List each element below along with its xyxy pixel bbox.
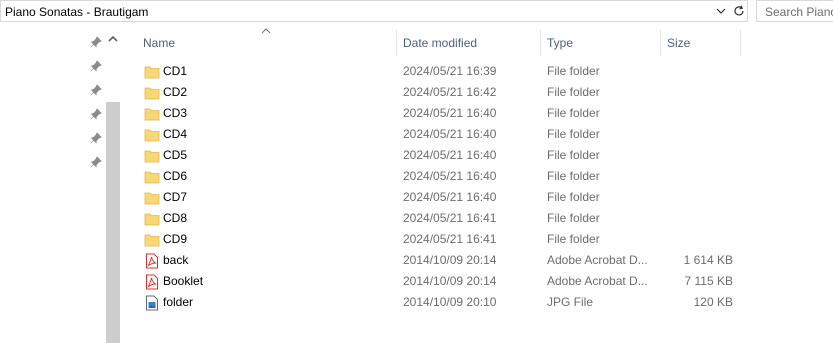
file-size: 1 614 KB [683, 253, 733, 267]
file-date: 2024/05/21 16:40 [403, 127, 497, 141]
column-divider[interactable] [740, 30, 741, 56]
file-name: CD8 [163, 211, 188, 225]
file-date: 2024/05/21 16:40 [403, 169, 497, 183]
file-row[interactable]: CD7 2024/05/21 16:40 File folder [138, 187, 748, 208]
file-date: 2024/05/21 16:40 [403, 106, 497, 120]
file-name: folder [163, 295, 194, 309]
file-row[interactable]: CD4 2024/05/21 16:40 File folder [138, 124, 748, 145]
pdf-icon [144, 274, 160, 290]
file-name: CD4 [163, 127, 188, 141]
search-placeholder: Search Piano [765, 5, 833, 19]
file-size: 120 KB [693, 295, 733, 309]
file-type: File folder [547, 211, 600, 225]
file-date: 2024/05/21 16:42 [403, 85, 497, 99]
file-date: 2014/10/09 20:14 [403, 253, 497, 267]
pdf-icon [144, 253, 160, 269]
file-name: CD6 [163, 169, 188, 183]
file-date: 2024/05/21 16:40 [403, 190, 497, 204]
address-path[interactable]: Piano Sonatas - Brautigam [5, 5, 148, 19]
file-date: 2024/05/21 16:41 [403, 232, 497, 246]
scroll-up-icon[interactable] [106, 32, 120, 46]
column-header-size[interactable]: Size [667, 36, 690, 50]
file-type: File folder [547, 127, 600, 141]
folder-icon [144, 127, 160, 143]
file-size: 7 115 KB [684, 274, 733, 288]
file-row[interactable]: CD8 2024/05/21 16:41 File folder [138, 208, 748, 229]
column-header-type[interactable]: Type [547, 36, 573, 50]
folder-icon [144, 232, 160, 248]
folder-icon [144, 85, 160, 101]
file-type: Adobe Acrobat D... [547, 253, 648, 267]
file-name: CD5 [163, 148, 188, 162]
file-type: File folder [547, 169, 600, 183]
folder-icon [144, 148, 160, 164]
file-type: File folder [547, 232, 600, 246]
pin-icon[interactable] [90, 60, 102, 72]
file-date: 2024/05/21 16:40 [403, 148, 497, 162]
pin-icon[interactable] [90, 132, 102, 144]
file-date: 2014/10/09 20:14 [403, 274, 497, 288]
file-row[interactable]: CD9 2024/05/21 16:41 File folder [138, 229, 748, 250]
pin-icon[interactable] [90, 36, 102, 48]
jpg-icon [144, 295, 160, 311]
file-type: File folder [547, 85, 600, 99]
folder-icon [144, 64, 160, 80]
file-type: File folder [547, 190, 600, 204]
file-row[interactable]: Booklet 2014/10/09 20:14 Adobe Acrobat D… [138, 271, 748, 292]
refresh-icon[interactable] [730, 2, 747, 20]
folder-icon [144, 106, 160, 122]
file-type: File folder [547, 148, 600, 162]
file-date: 2024/05/21 16:39 [403, 64, 497, 78]
file-name: CD9 [163, 232, 188, 246]
sort-ascending-icon [261, 28, 271, 34]
nav-scrollbar-thumb[interactable] [106, 102, 120, 343]
pin-icon[interactable] [90, 84, 102, 96]
file-type: File folder [547, 106, 600, 120]
file-date: 2024/05/21 16:41 [403, 211, 497, 225]
file-row[interactable]: CD3 2024/05/21 16:40 File folder [138, 103, 748, 124]
file-name: Booklet [163, 274, 204, 288]
file-name: CD7 [163, 190, 188, 204]
file-name: CD2 [163, 85, 188, 99]
folder-icon [144, 169, 160, 185]
file-type: Adobe Acrobat D... [547, 274, 648, 288]
file-name: back [163, 253, 189, 267]
file-row[interactable]: CD6 2024/05/21 16:40 File folder [138, 166, 748, 187]
column-divider[interactable] [660, 30, 661, 56]
file-name: CD3 [163, 106, 188, 120]
chevron-down-icon[interactable] [712, 2, 730, 20]
column-divider[interactable] [396, 30, 397, 56]
file-type: File folder [547, 64, 600, 78]
file-row[interactable]: folder 2014/10/09 20:10 JPG File 120 KB [138, 292, 748, 313]
folder-icon [144, 211, 160, 227]
file-row[interactable]: CD5 2024/05/21 16:40 File folder [138, 145, 748, 166]
search-input[interactable]: Search Piano [756, 0, 833, 22]
column-header-name[interactable]: Name [143, 36, 175, 50]
column-header-date[interactable]: Date modified [403, 36, 477, 50]
folder-icon [144, 190, 160, 206]
file-type: JPG File [547, 295, 594, 309]
file-row[interactable]: CD1 2024/05/21 16:39 File folder [138, 61, 748, 82]
file-date: 2014/10/09 20:10 [403, 295, 497, 309]
file-row[interactable]: CD2 2024/05/21 16:42 File folder [138, 82, 748, 103]
column-divider[interactable] [540, 30, 541, 56]
pin-icon[interactable] [90, 156, 102, 168]
file-name: CD1 [163, 64, 188, 78]
pin-icon[interactable] [90, 108, 102, 120]
file-row[interactable]: back 2014/10/09 20:14 Adobe Acrobat D...… [138, 250, 748, 271]
address-bar[interactable]: Piano Sonatas - Brautigam [0, 0, 748, 22]
